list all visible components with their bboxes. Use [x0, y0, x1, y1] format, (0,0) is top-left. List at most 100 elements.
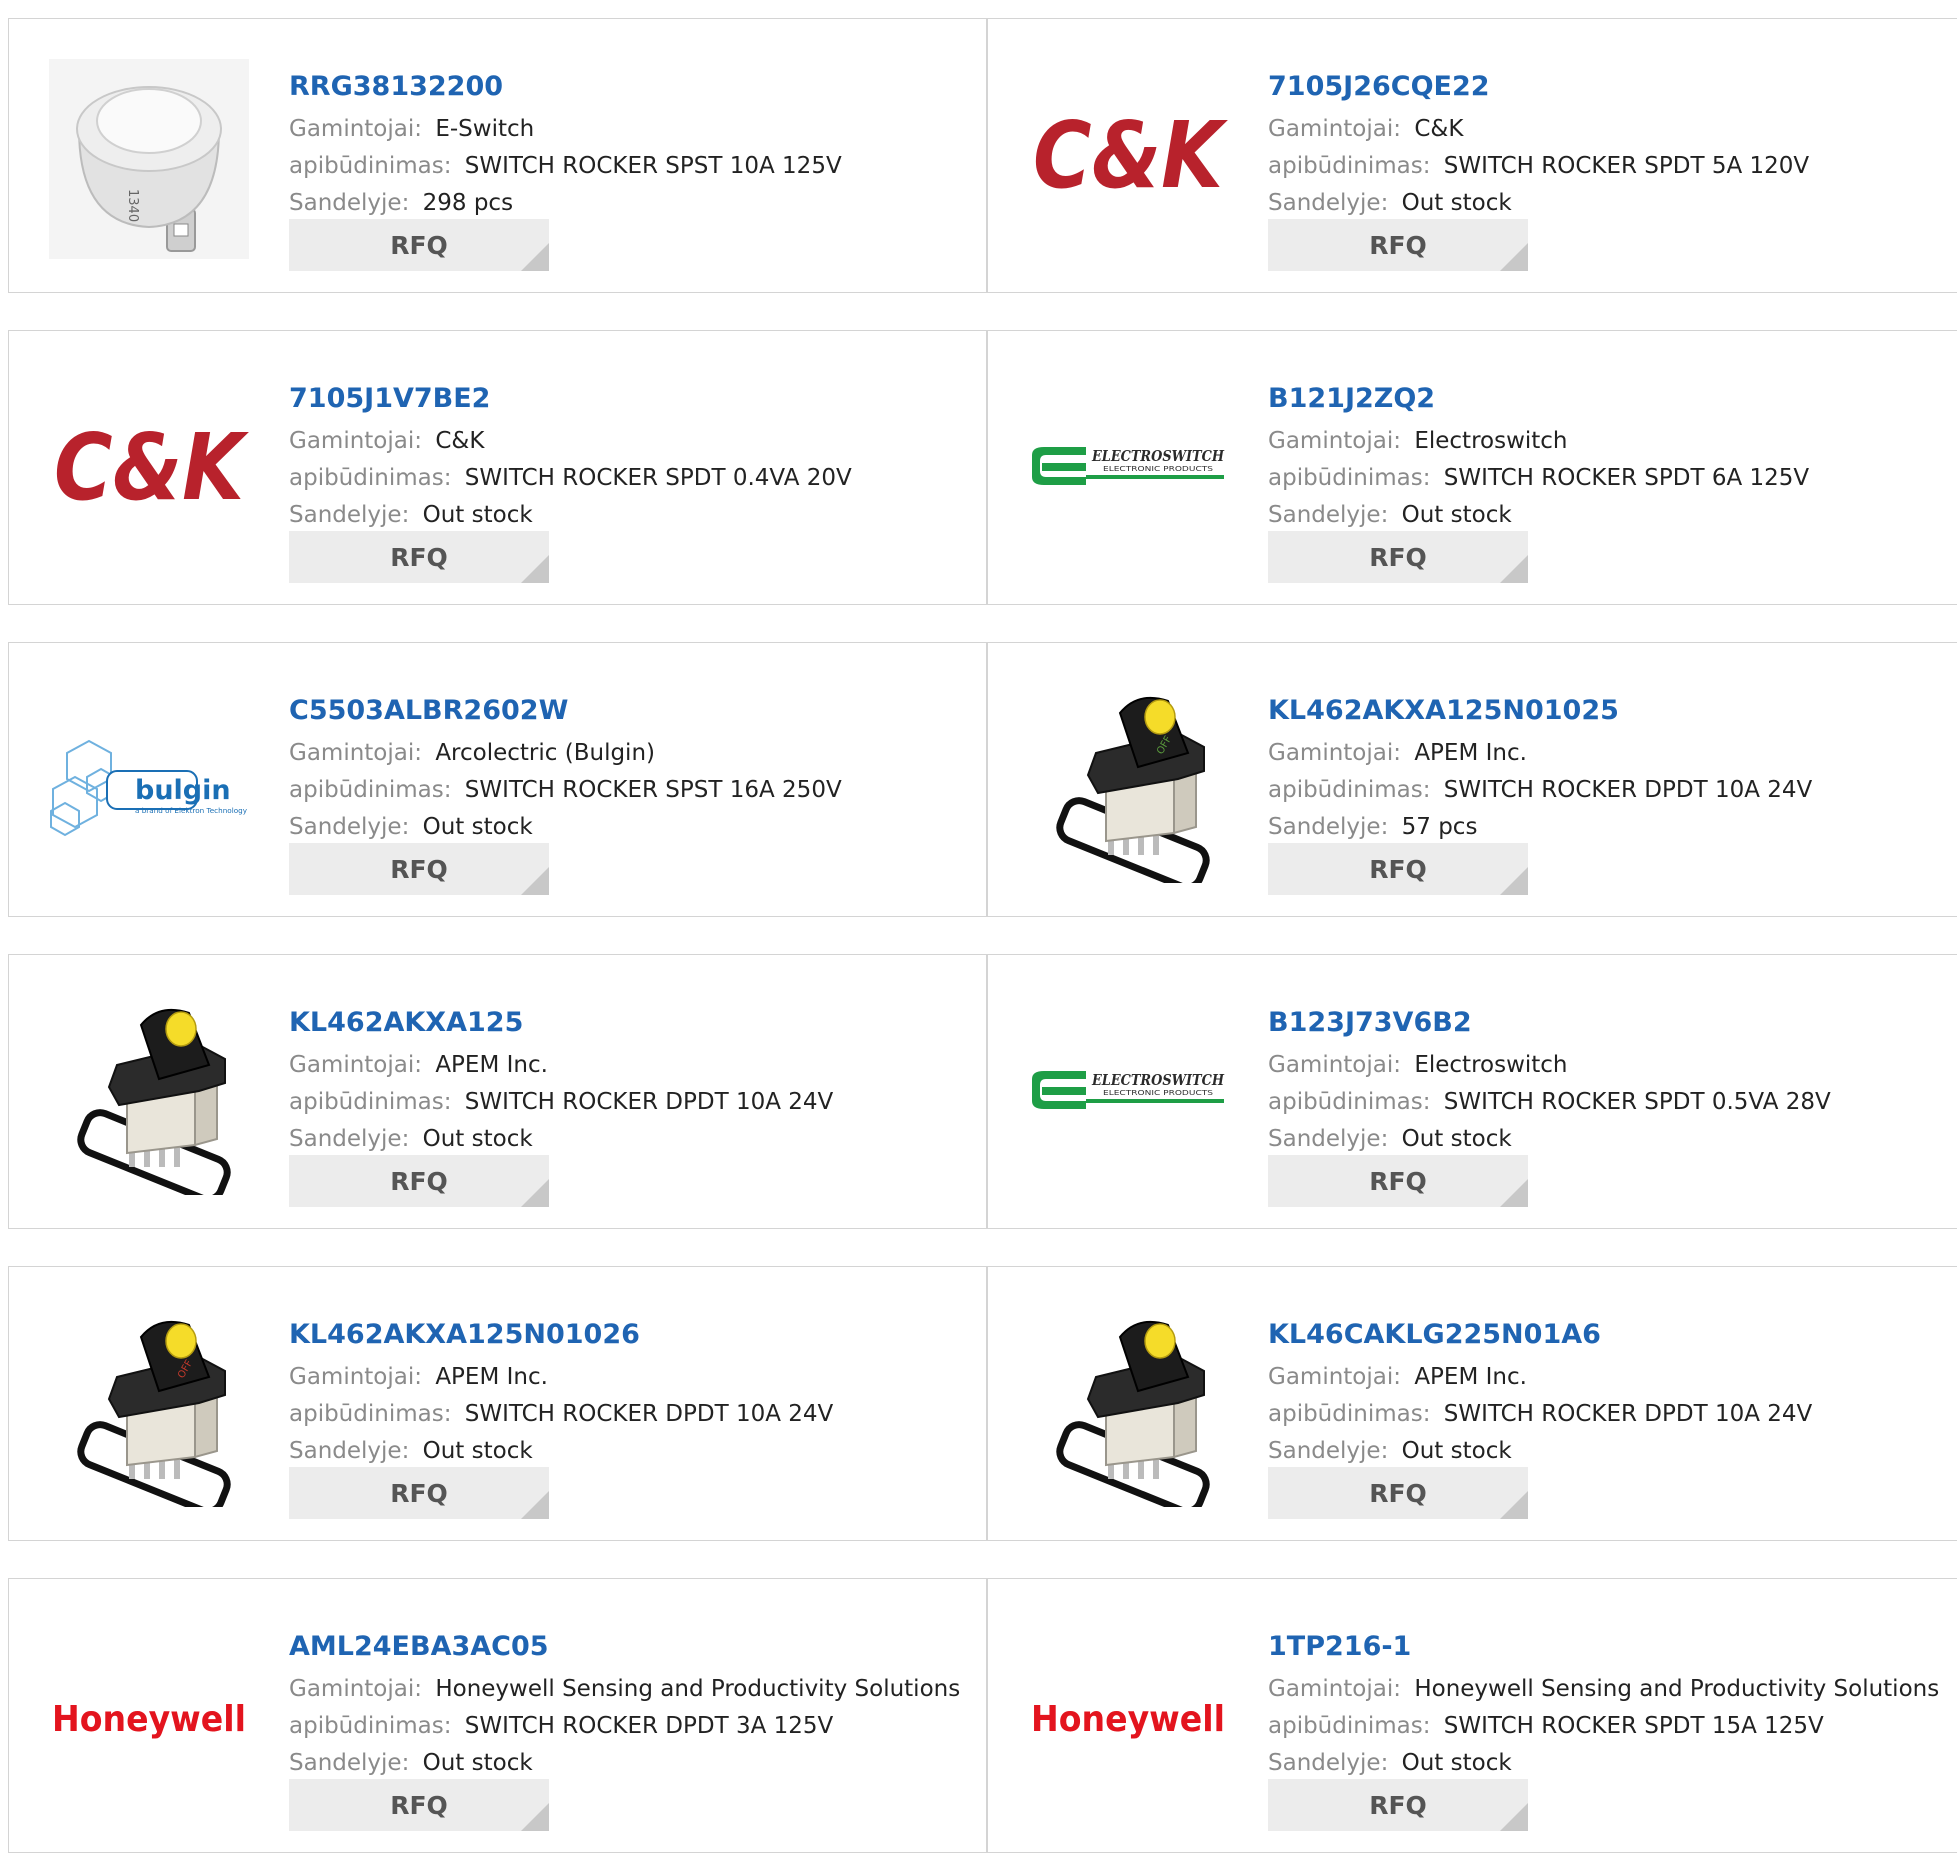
description-label: apibūdinimas:	[1268, 1401, 1431, 1427]
ck-logo-icon: C&K	[54, 414, 249, 521]
corner-triangle-icon	[1500, 1491, 1528, 1519]
product-image[interactable]: Honeywell	[1028, 1619, 1228, 1819]
part-number-link[interactable]: KL462AKXA125N01026	[289, 1315, 976, 1355]
description-value: SWITCH ROCKER SPDT 0.4VA 20V	[464, 465, 852, 491]
part-number-link[interactable]: 7105J1V7BE2	[289, 379, 976, 419]
product-image[interactable]: ELECTROSWITCH ELECTRONIC PRODUCTS	[1028, 371, 1228, 571]
stock-row: Sandelyje: 57 pcs	[1268, 809, 1955, 846]
part-number-link[interactable]: B121J2ZQ2	[1268, 379, 1955, 419]
stock-label: Sandelyje:	[1268, 1750, 1389, 1776]
corner-triangle-icon	[1500, 867, 1528, 895]
svg-text:ELECTRONIC PRODUCTS: ELECTRONIC PRODUCTS	[1103, 465, 1214, 473]
description-label: apibūdinimas:	[289, 1713, 452, 1739]
corner-triangle-icon	[1500, 1803, 1528, 1831]
svg-text:bulgin: bulgin	[135, 775, 231, 806]
rfq-button[interactable]: RFQ	[1268, 1155, 1528, 1207]
description-row: apibūdinimas: SWITCH ROCKER SPDT 5A 120V	[1268, 148, 1955, 185]
product-image[interactable]: ELECTROSWITCH ELECTRONIC PRODUCTS	[1028, 995, 1228, 1195]
stock-row: Sandelyje: Out stock	[1268, 497, 1955, 534]
svg-text:Honeywell: Honeywell	[52, 1699, 246, 1740]
part-number-link[interactable]: AML24EBA3AC05	[289, 1627, 976, 1667]
rfq-button[interactable]: RFQ	[289, 1779, 549, 1831]
manufacturer-value: APEM Inc.	[435, 1052, 548, 1078]
description-value: SWITCH ROCKER DPDT 10A 24V	[1443, 777, 1813, 803]
svg-text:Honeywell: Honeywell	[1031, 1699, 1225, 1740]
manufacturer-label: Gamintojai:	[1268, 740, 1402, 766]
stock-row: Sandelyje: Out stock	[289, 1745, 976, 1782]
stock-label: Sandelyje:	[1268, 814, 1389, 840]
svg-text:C&K: C&K	[1033, 102, 1228, 209]
product-info: KL462AKXA125 Gamintojai: APEM Inc. apibū…	[289, 1003, 976, 1158]
product-image[interactable]: Honeywell	[49, 1619, 249, 1819]
part-number-link[interactable]: KL462AKXA125	[289, 1003, 976, 1043]
rfq-label: RFQ	[390, 1790, 448, 1820]
manufacturer-row: Gamintojai: Electroswitch	[1268, 423, 1955, 460]
product-card: bulgin a brand of Elektron Technology C55…	[8, 642, 987, 917]
product-info: 7105J26CQE22 Gamintojai: C&K apibūdinima…	[1268, 67, 1955, 222]
rfq-button[interactable]: RFQ	[1268, 219, 1528, 271]
rfq-label: RFQ	[390, 854, 448, 884]
description-row: apibūdinimas: SWITCH ROCKER DPDT 3A 125V	[289, 1708, 976, 1745]
product-card: C&K 7105J1V7BE2 Gamintojai: C&K apibūdin…	[8, 330, 987, 605]
ck-logo-icon: C&K	[1033, 102, 1228, 209]
manufacturer-row: Gamintojai: Arcolectric (Bulgin)	[289, 735, 976, 772]
stock-row: Sandelyje: Out stock	[1268, 1433, 1955, 1470]
manufacturer-row: Gamintojai: APEM Inc.	[289, 1359, 976, 1396]
product-info: 1TP216-1 Gamintojai: Honeywell Sensing a…	[1268, 1627, 1955, 1782]
part-number-link[interactable]: 1TP216-1	[1268, 1627, 1955, 1667]
manufacturer-value: Electroswitch	[1414, 428, 1568, 454]
stock-value: Out stock	[422, 814, 533, 840]
rfq-button[interactable]: RFQ	[289, 531, 549, 583]
product-info: RRG38132200 Gamintojai: E-Switch apibūdi…	[289, 67, 976, 222]
product-image[interactable]: OFF	[1028, 683, 1228, 883]
rocker-switch-icon: OFF	[1056, 697, 1210, 883]
part-number-link[interactable]: B123J73V6B2	[1268, 1003, 1955, 1043]
rfq-label: RFQ	[1369, 1166, 1427, 1196]
corner-triangle-icon	[521, 555, 549, 583]
stock-value: Out stock	[1401, 1126, 1512, 1152]
product-image[interactable]: 1340	[49, 59, 249, 259]
rfq-button[interactable]: RFQ	[1268, 1467, 1528, 1519]
round-switch-icon: 1340	[49, 59, 249, 259]
product-card: Honeywell AML24EBA3AC05 Gamintojai: Hone…	[8, 1578, 987, 1853]
description-row: apibūdinimas: SWITCH ROCKER SPDT 0.5VA 2…	[1268, 1084, 1955, 1121]
corner-triangle-icon	[1500, 1179, 1528, 1207]
manufacturer-label: Gamintojai:	[289, 1364, 423, 1390]
svg-text:ELECTROSWITCH: ELECTROSWITCH	[1091, 1071, 1225, 1089]
product-card: OFF KL462AKXA125N01026 Gamintojai: APEM …	[8, 1266, 987, 1541]
stock-value: 57 pcs	[1401, 814, 1478, 840]
rfq-button[interactable]: RFQ	[1268, 843, 1528, 895]
description-label: apibūdinimas:	[1268, 1089, 1431, 1115]
rocker-switch-icon: OFF	[77, 1321, 231, 1507]
description-value: SWITCH ROCKER DPDT 3A 125V	[464, 1713, 834, 1739]
rfq-button[interactable]: RFQ	[289, 1467, 549, 1519]
part-number-link[interactable]: 7105J26CQE22	[1268, 67, 1955, 107]
rfq-button[interactable]: RFQ	[289, 219, 549, 271]
product-image[interactable]: bulgin a brand of Elektron Technology	[49, 683, 249, 883]
rfq-button[interactable]: RFQ	[289, 843, 549, 895]
product-image[interactable]: C&K	[1028, 59, 1228, 259]
corner-triangle-icon	[521, 1179, 549, 1207]
part-number-link[interactable]: KL462AKXA125N01025	[1268, 691, 1955, 731]
rfq-button[interactable]: RFQ	[289, 1155, 549, 1207]
description-label: apibūdinimas:	[289, 153, 452, 179]
part-number-link[interactable]: C5503ALBR2602W	[289, 691, 976, 731]
manufacturer-label: Gamintojai:	[289, 740, 423, 766]
product-image[interactable]	[49, 995, 249, 1195]
product-card: Honeywell 1TP216-1 Gamintojai: Honeywell…	[987, 1578, 1957, 1853]
part-number-link[interactable]: RRG38132200	[289, 67, 976, 107]
product-grid: 1340 RRG38132200 Gamintojai: E-Switch ap…	[0, 0, 1957, 1853]
product-image[interactable]: OFF	[49, 1307, 249, 1507]
product-card: KL462AKXA125 Gamintojai: APEM Inc. apibū…	[8, 954, 987, 1229]
rfq-button[interactable]: RFQ	[1268, 1779, 1528, 1831]
stock-label: Sandelyje:	[289, 190, 410, 216]
product-image[interactable]: C&K	[49, 371, 249, 571]
description-row: apibūdinimas: SWITCH ROCKER SPST 10A 125…	[289, 148, 976, 185]
part-number-link[interactable]: KL46CAKLG225N01A6	[1268, 1315, 1955, 1355]
stock-row: Sandelyje: Out stock	[289, 1433, 976, 1470]
description-value: SWITCH ROCKER SPDT 0.5VA 28V	[1443, 1089, 1831, 1115]
stock-label: Sandelyje:	[1268, 1126, 1389, 1152]
product-image[interactable]	[1028, 1307, 1228, 1507]
product-info: B121J2ZQ2 Gamintojai: Electroswitch apib…	[1268, 379, 1955, 534]
rfq-button[interactable]: RFQ	[1268, 531, 1528, 583]
